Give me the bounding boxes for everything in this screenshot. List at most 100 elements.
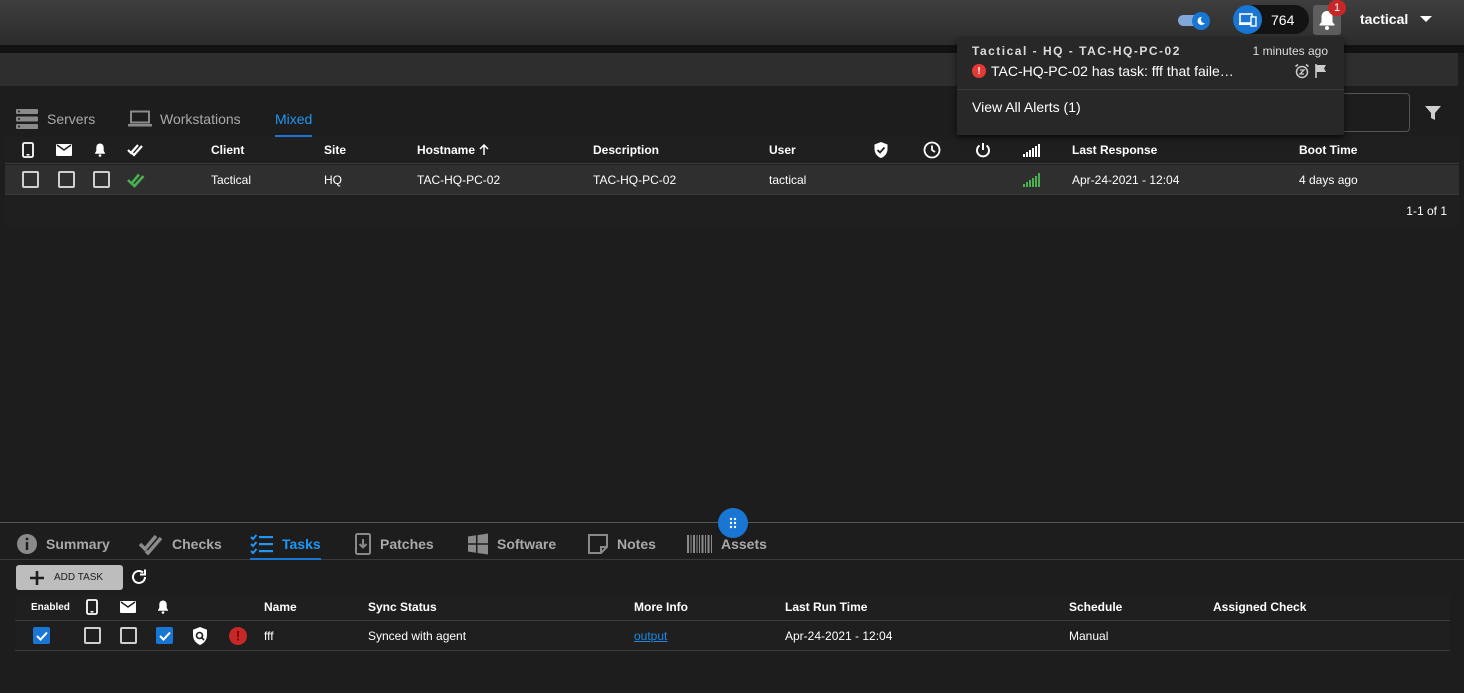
plus-icon — [30, 570, 44, 585]
tab-checks[interactable]: Checks — [138, 527, 222, 560]
checkbox[interactable] — [120, 627, 137, 644]
tab-summary[interactable]: Summary — [16, 527, 110, 560]
tab-summary-label: Summary — [46, 535, 110, 552]
devices-icon — [1233, 5, 1262, 34]
cell-user: tactical — [769, 172, 807, 187]
alert-title[interactable]: Tactical - HQ - TAC-HQ-PC-02 — [972, 44, 1181, 58]
email-icon[interactable] — [56, 137, 72, 163]
phone-icon[interactable] — [86, 594, 98, 620]
tab-tasks[interactable]: Tasks — [250, 527, 321, 560]
double-check-icon[interactable] — [127, 137, 143, 163]
barcode-icon — [687, 534, 712, 553]
col-last-run-time[interactable]: Last Run Time — [785, 594, 867, 620]
tab-workstations-label: Workstations — [160, 111, 241, 127]
col-name[interactable]: Name — [264, 594, 297, 620]
checkbox[interactable] — [58, 171, 75, 188]
table-row[interactable]: fff Synced with agent output Apr-24-2021… — [15, 621, 1450, 651]
divider — [957, 89, 1344, 90]
tasks-table: Enabled Name Sync Status More Info Last … — [15, 594, 1450, 652]
col-boot-time[interactable]: Boot Time — [1299, 137, 1357, 163]
output-link-label[interactable]: output — [634, 629, 667, 643]
cell-sync-status: Synced with agent — [368, 628, 467, 643]
refresh-icon[interactable] — [130, 568, 148, 586]
col-client[interactable]: Client — [211, 137, 244, 163]
email-alert-checkbox[interactable] — [58, 165, 75, 194]
col-site[interactable]: Site — [324, 137, 346, 163]
add-task-button[interactable]: ADD TASK — [16, 565, 123, 590]
drag-icon — [729, 517, 737, 529]
phone-icon[interactable] — [22, 137, 34, 163]
sms-alert-checkbox[interactable] — [84, 621, 101, 650]
patches-icon — [355, 532, 371, 555]
arrow-up-icon — [479, 144, 489, 155]
tab-assets-label: Assets — [721, 535, 767, 552]
sms-alert-checkbox[interactable] — [22, 165, 39, 194]
note-icon — [588, 533, 608, 554]
clock-icon[interactable] — [923, 137, 941, 163]
tab-checks-label: Checks — [172, 535, 222, 552]
agent-table-header: Client Site Hostname Description User La… — [5, 137, 1459, 164]
dashboard-alert-checkbox[interactable] — [156, 621, 173, 650]
checkbox-checked[interactable] — [156, 627, 173, 644]
cell-task-name: fff — [264, 628, 274, 643]
alerts-dropdown: Tactical - HQ - TAC-HQ-PC-02 1 minutes a… — [957, 37, 1344, 135]
col-schedule[interactable]: Schedule — [1069, 594, 1122, 620]
shield-icon[interactable] — [873, 137, 889, 163]
user-menu[interactable]: tactical — [1360, 11, 1408, 27]
view-all-alerts-link[interactable]: View All Alerts (1) — [972, 99, 1081, 115]
signal-icon[interactable] — [1023, 137, 1040, 163]
col-user[interactable]: User — [769, 137, 796, 163]
checkbox[interactable] — [93, 171, 110, 188]
agent-table: Client Site Hostname Description User La… — [5, 137, 1459, 227]
notification-badge: 1 — [1328, 0, 1346, 16]
enabled-checkbox[interactable] — [33, 621, 50, 650]
tab-mixed[interactable]: Mixed — [275, 101, 313, 137]
email-alert-checkbox[interactable] — [120, 621, 137, 650]
table-row[interactable]: Tactical HQ TAC-HQ-PC-02 TAC-HQ-PC-02 ta… — [5, 165, 1459, 195]
drag-handle[interactable] — [718, 508, 748, 538]
checkbox[interactable] — [84, 627, 101, 644]
alert-actions — [1294, 63, 1328, 79]
col-hostname-label: Hostname — [417, 143, 476, 157]
caret-down-icon[interactable] — [1420, 16, 1432, 22]
col-description[interactable]: Description — [593, 137, 659, 163]
col-hostname[interactable]: Hostname — [417, 137, 489, 163]
alert-item[interactable]: ! TAC-HQ-PC-02 has task: fff that faile… — [972, 63, 1234, 79]
dark-mode-toggle[interactable] — [1178, 12, 1212, 30]
tab-notes-label: Notes — [617, 535, 656, 552]
email-icon[interactable] — [120, 594, 136, 620]
cell-hostname: TAC-HQ-PC-02 — [417, 172, 501, 187]
alert-message: TAC-HQ-PC-02 has task: fff that faile… — [991, 63, 1234, 79]
error-icon: ! — [972, 64, 986, 78]
output-link[interactable]: output — [634, 621, 667, 650]
info-icon — [17, 533, 37, 554]
col-enabled[interactable]: Enabled — [31, 594, 70, 620]
bell-icon[interactable] — [157, 594, 169, 620]
tab-software[interactable]: Software — [467, 527, 556, 560]
filter-icon[interactable] — [1424, 104, 1442, 122]
tab-servers[interactable]: Servers — [15, 101, 95, 137]
checkbox-checked[interactable] — [33, 627, 50, 644]
bell-icon[interactable] — [94, 137, 106, 163]
signal-online-icon — [1023, 165, 1040, 194]
server-icon — [16, 109, 38, 129]
col-more-info[interactable]: More Info — [634, 594, 688, 620]
tab-notes[interactable]: Notes — [587, 527, 656, 560]
tab-workstations[interactable]: Workstations — [128, 101, 241, 137]
col-sync-status[interactable]: Sync Status — [368, 594, 437, 620]
agent-count-chip[interactable]: 764 — [1233, 5, 1309, 34]
col-assigned-check[interactable]: Assigned Check — [1213, 594, 1306, 620]
checkbox[interactable] — [22, 171, 39, 188]
tab-patches[interactable]: Patches — [354, 527, 434, 560]
moon-icon — [1192, 12, 1210, 30]
tab-software-label: Software — [497, 535, 557, 552]
col-last-response[interactable]: Last Response — [1072, 137, 1157, 163]
tab-mixed-label: Mixed — [275, 111, 313, 127]
windows-icon — [468, 533, 488, 554]
cell-schedule: Manual — [1069, 628, 1109, 643]
power-icon[interactable] — [975, 137, 991, 163]
flag-icon[interactable] — [1314, 63, 1328, 79]
dashboard-alert-checkbox[interactable] — [93, 165, 110, 194]
snooze-icon[interactable] — [1294, 63, 1310, 79]
checks-passing-icon — [127, 165, 145, 194]
